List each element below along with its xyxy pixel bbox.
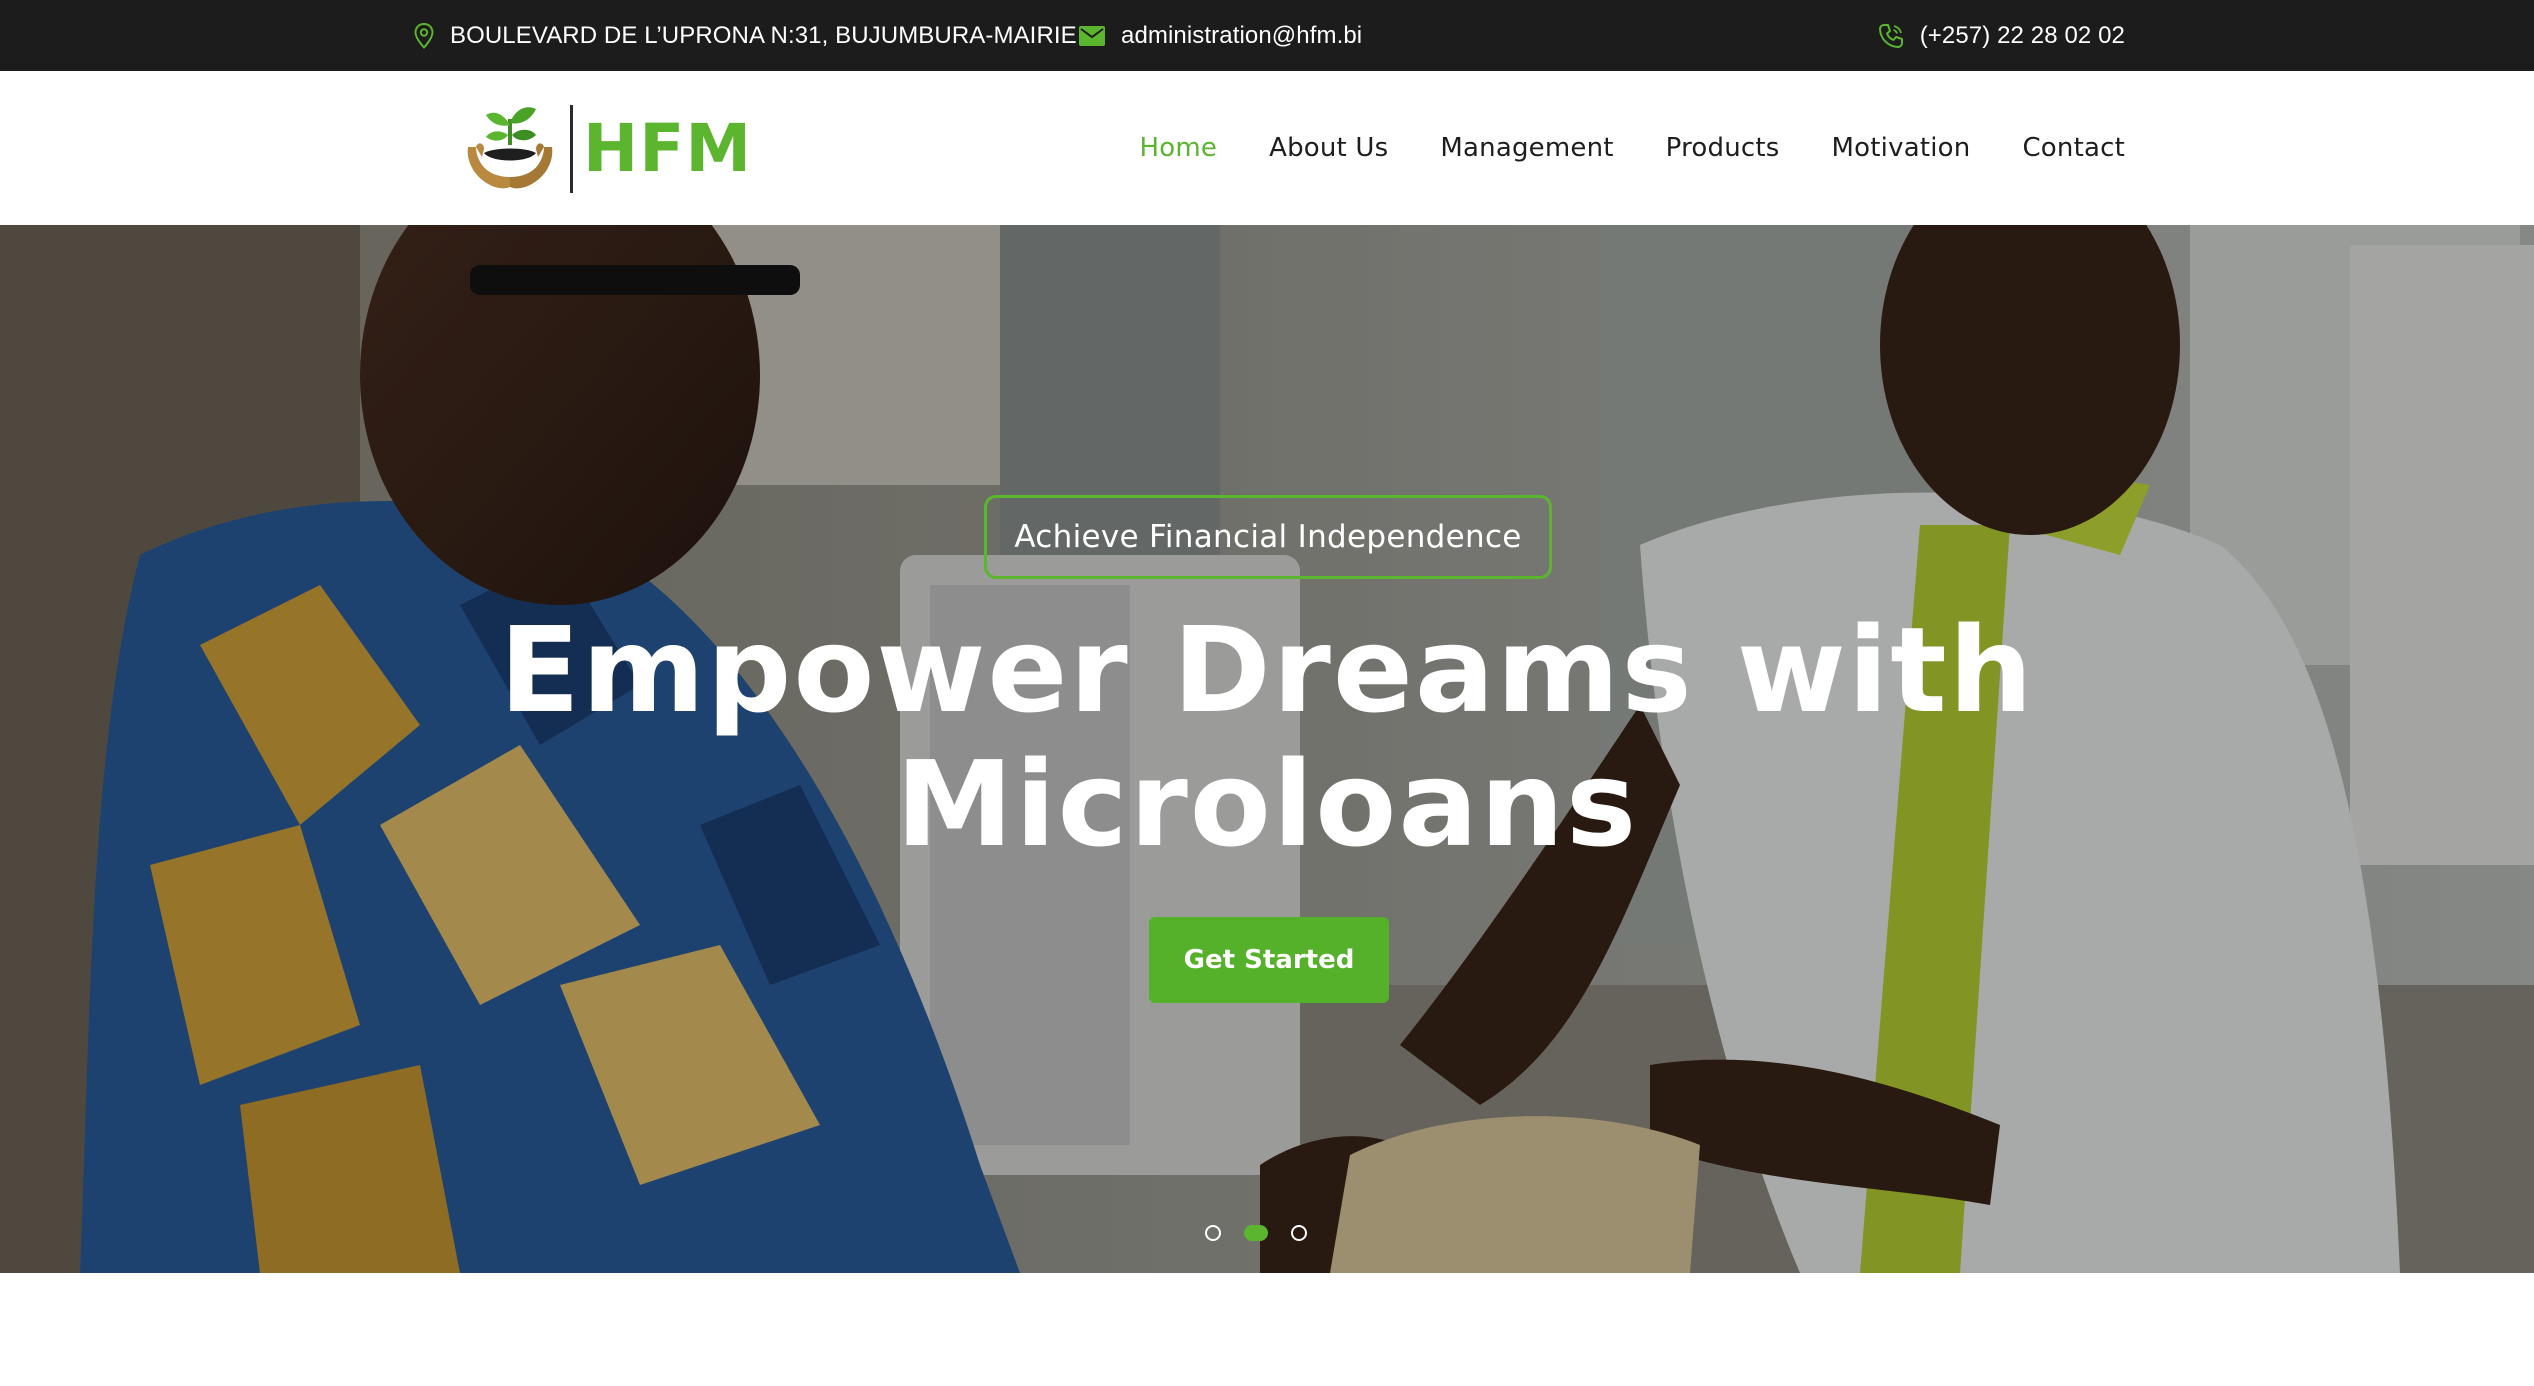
hero-slider: Achieve Financial Independence Empower D… [0,225,2534,1273]
phone-link[interactable]: (+257) 22 28 02 02 [1920,22,2125,50]
phone-item[interactable]: (+257) 22 28 02 02 [1878,0,2125,71]
nav-item-home[interactable]: Home [1139,133,1217,163]
address-text: BOULEVARD DE L’UPRONA N:31, BUJUMBURA-MA… [450,21,1077,49]
logo-divider [570,105,573,193]
hero-title-line-1: Empower Dreams with [499,601,2035,739]
brand-name: HFM [583,110,752,187]
envelope-icon [1079,25,1105,46]
top-contact-bar: BOULEVARD DE L’UPRONA N:31, BUJUMBURA-MA… [0,0,2534,71]
slider-dot-1[interactable] [1205,1225,1221,1241]
slider-pagination [1205,1225,1307,1241]
slider-dot-2[interactable] [1244,1225,1268,1241]
map-pin-icon [414,22,434,49]
hands-with-sprout-logo-icon [467,107,553,189]
brand-logo[interactable]: HFM [458,97,752,201]
address-item: BOULEVARD DE L’UPRONA N:31, BUJUMBURA-MA… [414,0,1077,71]
email-item[interactable]: administration@hfm.bi [1079,0,1362,71]
hero-title-line-2: Microloans [895,735,1639,873]
phone-icon [1878,23,1903,48]
hero-tagline-badge: Achieve Financial Independence [984,495,1552,579]
nav-item-products[interactable]: Products [1666,133,1780,163]
nav-item-motivation[interactable]: Motivation [1832,133,1971,163]
nav-item-management[interactable]: Management [1440,133,1613,163]
site-header: HFM Home About Us Management Products Mo… [0,71,2534,225]
slider-dot-3[interactable] [1291,1225,1307,1241]
hero-title: Empower Dreams with Microloans [367,603,2167,871]
nav-item-contact[interactable]: Contact [2022,133,2125,163]
email-link[interactable]: administration@hfm.bi [1121,22,1362,50]
main-nav: Home About Us Management Products Motiva… [1139,71,2125,225]
nav-item-about-us[interactable]: About Us [1269,133,1388,163]
get-started-button[interactable]: Get Started [1149,917,1389,1003]
